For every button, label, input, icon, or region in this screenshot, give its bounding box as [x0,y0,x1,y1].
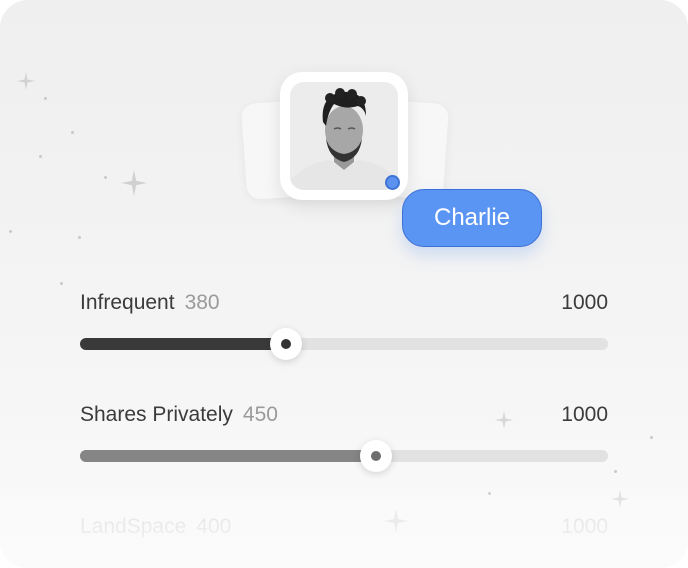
decor-dot [60,282,63,285]
slider-value: 380 [184,291,220,314]
decor-dot [650,436,653,439]
slider-fill [80,450,376,462]
decor-dot [39,155,42,158]
decor-dot [488,492,491,495]
name-badge[interactable]: Charlie [402,189,542,247]
slider-thumb[interactable] [359,440,392,472]
slider-landspace: LandSpace 400 1000 [80,512,608,542]
decor-dot [9,230,12,233]
slider-label: Shares Privately [80,403,233,426]
sparkle-icon [121,170,147,196]
slider-label: LandSpace [80,515,187,538]
slider-label: Infrequent [80,291,175,314]
slider-header: LandSpace 400 1000 [80,512,608,542]
decor-dot [78,236,81,239]
slider-infrequent: Infrequent 380 1000 [80,288,608,360]
slider-shares-privately: Shares Privately 450 1000 [80,400,608,472]
slider-value: 400 [196,515,232,538]
slider-max: 1000 [561,403,608,426]
person-portrait-icon [290,82,398,190]
slider-track[interactable] [80,328,608,360]
decor-dot [614,470,617,473]
slider-header: Shares Privately 450 1000 [80,400,608,430]
slider-thumb[interactable] [269,328,302,360]
decor-dot [104,176,107,179]
slider-header: Infrequent 380 1000 [80,288,608,318]
sparkle-icon [611,490,629,508]
slider-max: 1000 [561,291,608,314]
slider-value: 450 [242,403,278,426]
sparkle-icon [17,72,35,90]
slider-fill [80,338,286,350]
online-status-dot [385,175,400,190]
slider-track[interactable] [80,440,608,472]
slider-max: 1000 [561,515,608,538]
decor-dot [44,97,47,100]
profile-card: Charlie Infrequent 380 1000 Shares Privat… [0,0,688,568]
decor-dot [71,131,74,134]
